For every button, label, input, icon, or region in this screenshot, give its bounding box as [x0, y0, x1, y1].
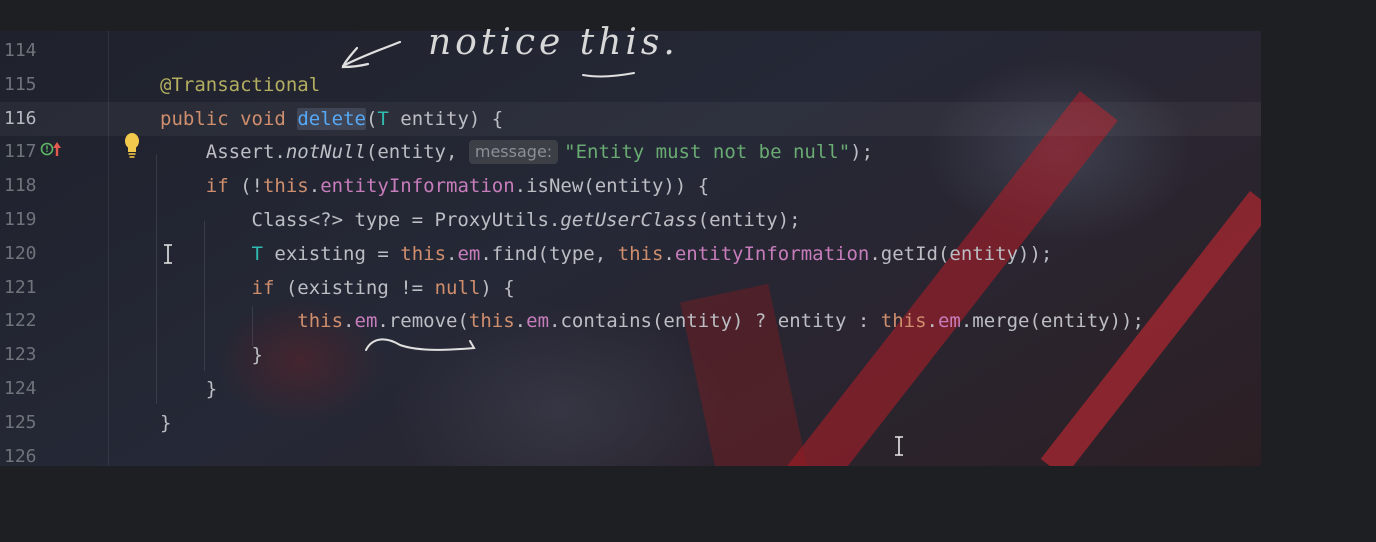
code-token: null [434, 276, 481, 299]
text-cursor-icon [164, 244, 172, 264]
code-token: .merge(entity)); [960, 310, 1144, 333]
line-number[interactable]: 126 [4, 440, 37, 466]
code-line[interactable]: 121 if (existing != null) { [0, 271, 1261, 305]
code-token: entityInformation [320, 175, 515, 198]
code-token: ) { [480, 276, 515, 299]
line-number[interactable]: 124 [4, 372, 37, 406]
code-text[interactable]: } [160, 406, 171, 440]
code-token: (entity, [365, 141, 469, 164]
code-token: this [297, 310, 344, 333]
code-token: . [308, 175, 321, 198]
code-token: void [240, 107, 286, 130]
code-token: getUserClass [560, 209, 698, 231]
code-token: . [926, 310, 938, 333]
code-token: notNull [285, 141, 366, 164]
code-token: this [400, 242, 447, 265]
code-token: .contains(entity) ? entity : [549, 310, 881, 333]
line-number[interactable]: 123 [4, 338, 37, 372]
code-line[interactable]: 117 Assert.notNull(entity, message: "Enti… [0, 135, 1261, 169]
line-number[interactable]: 120 [4, 237, 37, 271]
code-token: } [160, 344, 263, 367]
code-token: . [514, 310, 527, 333]
code-line[interactable]: 124 } [0, 372, 1261, 406]
code-token: . [343, 310, 355, 333]
code-token: (! [228, 175, 263, 198]
code-text[interactable]: if (existing != null) { [160, 271, 515, 305]
code-line[interactable]: 118 if (!this.entityInformation.isNew(en… [0, 169, 1261, 203]
code-token: (existing != [274, 276, 435, 299]
lightbulb-icon[interactable] [121, 132, 143, 160]
code-token: ); [850, 141, 874, 164]
code-token: (entity); [697, 209, 801, 231]
code-line[interactable]: 120 T existing = this.em.find(type, this… [0, 237, 1261, 271]
line-number[interactable]: 114 [4, 34, 37, 68]
code-token: "Entity must not be null" [564, 141, 851, 164]
line-number[interactable]: 121 [4, 271, 37, 305]
code-token: .getId(entity)); [869, 242, 1053, 265]
code-line[interactable]: 125} [0, 406, 1261, 440]
code-token: entityInformation [674, 242, 870, 265]
code-token: em [457, 242, 481, 265]
line-number[interactable]: 116 [4, 102, 37, 136]
code-token: .find(type, [480, 242, 618, 265]
parameter-hint: message: [468, 140, 559, 165]
implemented-method-icon[interactable] [40, 140, 64, 160]
code-token: this [262, 175, 309, 198]
code-token: this [880, 310, 927, 333]
code-text[interactable]: Class<?> type = ProxyUtils.getUserClass(… [160, 203, 801, 237]
code-text[interactable]: T existing = this.em.find(type, this.ent… [160, 237, 1053, 271]
code-line[interactable]: 122 this.em.remove(this.em.contains(enti… [0, 304, 1261, 338]
code-text[interactable]: } [160, 372, 217, 406]
code-token: T [377, 107, 389, 130]
code-token: } [160, 378, 218, 400]
code-token: . [446, 242, 458, 265]
code-token: entity) { [388, 107, 504, 130]
code-token: . [663, 242, 675, 265]
code-token: em [354, 310, 378, 333]
code-token: if [205, 175, 229, 198]
code-text[interactable]: Assert.notNull(entity, message: "Entity m… [160, 135, 873, 169]
code-token: ( [365, 107, 378, 130]
code-token: existing = [262, 242, 401, 265]
code-token: this [468, 310, 515, 333]
code-line[interactable]: 115 @Transactional [0, 68, 1261, 102]
code-token: this [617, 242, 664, 265]
code-token: T [251, 242, 263, 265]
code-line[interactable]: 119 Class<?> type = ProxyUtils.getUserCl… [0, 203, 1261, 237]
handwritten-note: notice this. [428, 22, 679, 63]
code-token: .remove( [377, 310, 469, 333]
code-token: delete [297, 107, 366, 130]
line-number[interactable]: 115 [4, 68, 37, 102]
code-text[interactable]: } [160, 338, 263, 372]
code-line[interactable]: 123 } [0, 338, 1261, 372]
line-number[interactable]: 119 [4, 203, 37, 237]
code-text[interactable]: @Transactional [160, 68, 320, 102]
code-line[interactable]: 116 public void delete(T entity) { [0, 101, 1261, 136]
line-number[interactable]: 118 [4, 169, 37, 203]
line-number[interactable]: 125 [4, 406, 37, 440]
line-number[interactable]: 117 [4, 135, 37, 169]
code-token: @Transactional [160, 73, 321, 96]
code-editor[interactable]: 114 115 @Transactional 116 public void delet… [0, 31, 1261, 466]
code-token: } [160, 411, 172, 434]
code-token: Class<?> type = ProxyUtils. [160, 209, 561, 231]
text-cursor-icon [895, 436, 903, 456]
code-token: if [251, 276, 275, 299]
code-token: em [526, 310, 550, 333]
line-number[interactable]: 122 [4, 304, 37, 338]
code-token: Assert. [160, 141, 286, 164]
code-token: em [937, 310, 961, 333]
code-text[interactable]: this.em.remove(this.em.contains(entity) … [160, 304, 1144, 338]
code-text[interactable]: public void delete(T entity) { [160, 102, 503, 136]
code-token: .isNew(entity)) { [514, 175, 710, 198]
code-text[interactable]: if (!this.entityInformation.isNew(entity… [160, 169, 709, 203]
code-token: public [160, 107, 229, 130]
code-line[interactable]: 126 [0, 440, 1261, 466]
